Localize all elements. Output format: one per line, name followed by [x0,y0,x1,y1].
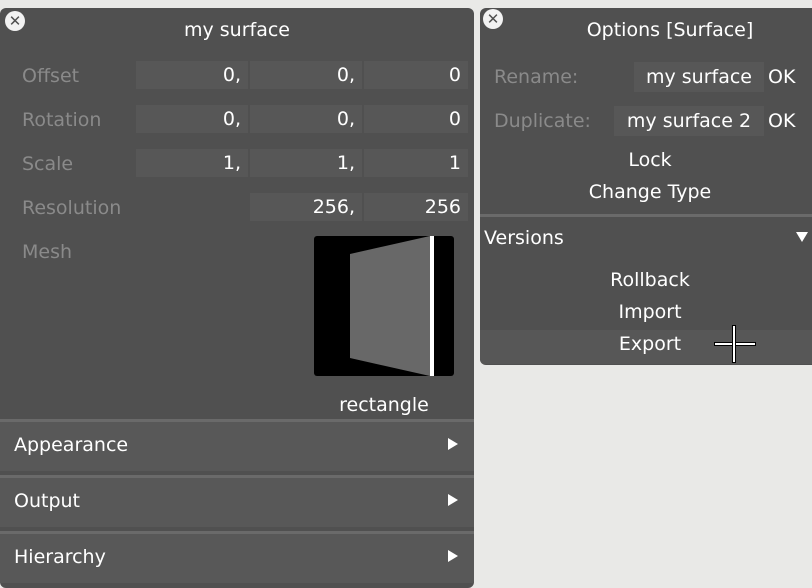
import-button[interactable]: Import [480,301,812,323]
rotation-z-field[interactable]: 0 [364,105,468,133]
panel-title: my surface [183,19,290,41]
chevron-right-icon [448,494,458,506]
chevron-right-icon [448,550,458,562]
rotation-x-field[interactable]: 0, [136,105,248,133]
versions-divider [480,214,812,217]
section-output[interactable]: Output [0,475,474,527]
export-button[interactable]: Export [480,333,812,355]
section-hierarchy[interactable]: Hierarchy [0,531,474,583]
offset-label: Offset [22,65,80,87]
duplicate-input[interactable]: my surface 2 [614,106,764,136]
chevron-down-icon[interactable] [796,232,808,242]
section-output-label: Output [14,490,80,512]
resolution-height-field[interactable]: 256 [364,193,468,221]
lock-button[interactable]: Lock [480,149,812,171]
offset-z-field[interactable]: 0 [364,61,468,89]
section-appearance[interactable]: Appearance [0,419,474,471]
change-type-button[interactable]: Change Type [480,181,812,203]
scale-z-field[interactable]: 1 [364,149,468,177]
options-panel: ✕ Options [Surface] Rename: my surface O… [480,8,812,365]
section-appearance-label: Appearance [14,434,129,456]
mesh-preview[interactable] [314,236,454,376]
chevron-right-icon [448,438,458,450]
scale-x-field[interactable]: 1, [136,149,248,177]
crosshair-cursor-icon [732,325,736,363]
crosshair-cursor-icon [714,342,756,346]
close-icon[interactable]: ✕ [483,9,503,29]
section-hierarchy-label: Hierarchy [14,546,106,568]
mesh-preview-shape [350,236,434,376]
duplicate-label: Duplicate: [494,110,591,132]
options-title: Options [Surface] [586,19,754,41]
scale-y-field[interactable]: 1, [250,149,362,177]
resolution-width-field[interactable]: 256, [250,193,362,221]
offset-x-field[interactable]: 0, [136,61,248,89]
rollback-button[interactable]: Rollback [480,269,812,291]
resolution-label: Resolution [22,197,122,219]
rename-input[interactable]: my surface [634,62,764,92]
duplicate-ok-button[interactable]: OK [768,110,795,132]
mesh-label: Mesh [22,241,73,263]
rotation-label: Rotation [22,109,102,131]
rename-label: Rename: [494,66,579,88]
versions-header[interactable]: Versions [484,227,564,249]
rename-ok-button[interactable]: OK [768,66,795,88]
surface-panel: ✕ my surface Offset 0, 0, 0 Rotation 0, … [0,8,474,588]
rotation-y-field[interactable]: 0, [250,105,362,133]
scale-label: Scale [22,153,74,175]
offset-y-field[interactable]: 0, [250,61,362,89]
mesh-type-label[interactable]: rectangle [314,394,454,416]
